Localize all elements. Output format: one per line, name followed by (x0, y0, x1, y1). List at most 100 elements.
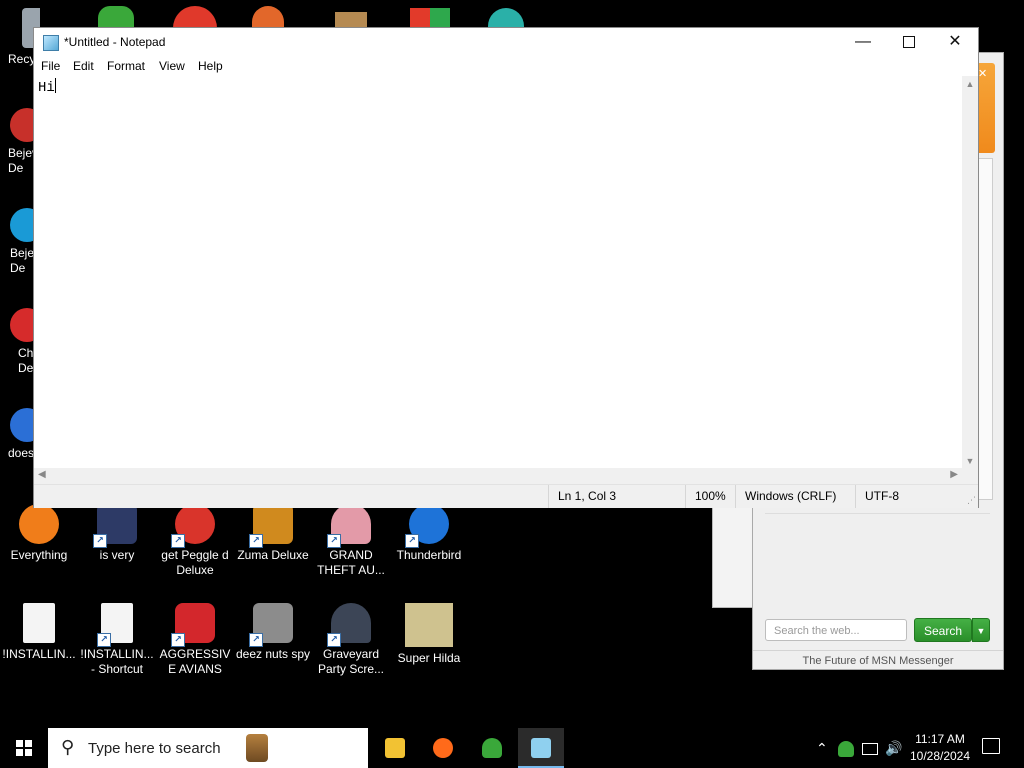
maximize-icon (903, 35, 915, 48)
desktop-icon-label: Recy (8, 52, 36, 66)
desktop-icon-peggle[interactable]: ↗ get Peggle d Deluxe (156, 504, 234, 578)
character-icon[interactable] (488, 8, 524, 28)
shield-logo-icon: ↗ (93, 504, 137, 548)
msn-scrollbar[interactable] (977, 158, 993, 500)
shortcut-arrow-icon: ↗ (405, 534, 419, 548)
shield-app-icon[interactable] (410, 8, 450, 28)
desktop-icon-thunderbird[interactable]: ↗ Thunderbird (390, 504, 468, 563)
text-caret (54, 78, 56, 93)
shortcut-arrow-icon: ↗ (327, 534, 341, 548)
desktop-icon-label: Zuma Deluxe (237, 548, 309, 562)
scroll-up-icon[interactable]: ▲ (962, 79, 978, 89)
vertical-scrollbar[interactable]: ▲ ▼ (962, 76, 978, 468)
desktop-icon-installing[interactable]: !INSTALLIN... (0, 603, 78, 662)
shortcut-arrow-icon: ↗ (97, 633, 111, 647)
scroll-left-icon[interactable]: ◀ (38, 469, 46, 480)
angry-bird-icon: ↗ (171, 603, 215, 647)
shortcut-arrow-icon: ↗ (171, 633, 185, 647)
desktop-icon-label: Everything (10, 548, 68, 562)
shortcut-arrow-icon: ↗ (249, 633, 263, 647)
status-encoding: UTF-8 (855, 485, 945, 508)
zuma-icon: ↗ (249, 504, 293, 548)
shortcut-arrow-icon: ↗ (249, 534, 263, 548)
scroll-down-icon[interactable]: ▼ (962, 456, 978, 466)
pixel-dog-icon (405, 603, 453, 647)
chevron-down-icon[interactable]: ▼ (972, 618, 990, 642)
search-icon: ⚲ (61, 737, 75, 757)
status-position: Ln 1, Col 3 (548, 485, 678, 508)
notepad-icon (43, 35, 59, 51)
windows-logo-icon (16, 740, 32, 756)
close-icon[interactable]: ✕ (978, 67, 987, 80)
desktop-icon-graveyard[interactable]: ↗ Graveyard Party Scre... (312, 603, 390, 677)
status-bar: Ln 1, Col 3 100% Windows (CRLF) UTF-8 ⋰ (34, 484, 978, 508)
graveyard-icon: ↗ (327, 603, 371, 647)
title-bar[interactable]: *Untitled - Notepad — ✕ (34, 28, 978, 58)
msn-search-button[interactable]: Search (914, 618, 972, 642)
chrome-icon[interactable] (173, 6, 217, 28)
search-highlight-icon (246, 734, 268, 762)
menu-view[interactable]: View (159, 59, 185, 73)
desktop-icon-is-very[interactable]: ↗ is very (78, 504, 156, 563)
scrollbar-corner (962, 468, 978, 484)
taskbar: ⚲ Type here to search ⌃ 🔊 11:17 AM 10/28… (0, 728, 1024, 768)
desktop-icon-everything[interactable]: Everything (0, 504, 78, 563)
notification-icon[interactable] (982, 738, 1000, 754)
desktop-icon-zuma[interactable]: ↗ Zuma Deluxe (234, 504, 312, 563)
taskbar-search-input[interactable]: ⚲ Type here to search (48, 728, 368, 768)
search-placeholder: Type here to search (88, 740, 221, 757)
notepad-window[interactable]: *Untitled - Notepad — ✕ File Edit Format… (34, 28, 978, 508)
close-button[interactable]: ✕ (932, 28, 978, 58)
taskbar-app-messenger[interactable] (469, 728, 515, 768)
menu-bar: File Edit Format View Help (34, 58, 978, 76)
horizontal-scrollbar[interactable]: ◀ ▶ (34, 468, 962, 484)
peggle-icon: ↗ (171, 504, 215, 548)
desktop-icon-label: AGGRESSIVE AVIANS (159, 647, 231, 676)
desktop-icon-installing-shortcut[interactable]: ↗ !INSTALLIN... - Shortcut (78, 603, 156, 677)
menu-help[interactable]: Help (198, 59, 223, 73)
taskbar-app-notepad[interactable] (518, 728, 564, 768)
shortcut-arrow-icon: ↗ (171, 534, 185, 548)
maximize-button[interactable] (886, 28, 932, 58)
firefox-icon (433, 738, 453, 758)
desktop-icon-label: GRAND THEFT AU... (317, 548, 385, 577)
clock-time: 11:17 AM (915, 732, 965, 746)
text-document-icon: ↗ (97, 603, 133, 647)
start-button[interactable] (0, 728, 48, 768)
volume-icon[interactable]: 🔊 (885, 728, 902, 768)
status-line-endings: Windows (CRLF) (735, 485, 845, 508)
messenger-tray-icon[interactable] (838, 728, 854, 768)
desktop-icon-super-hilda[interactable]: Super Hilda (390, 603, 468, 666)
chevron-up-icon[interactable]: ⌃ (816, 728, 828, 768)
minimize-button[interactable]: — (840, 28, 886, 58)
browser-icon[interactable] (252, 6, 284, 28)
desktop-icon-label: deez nuts spy (235, 647, 311, 661)
desktop-icon-label: !INSTALLIN... (2, 647, 76, 661)
menu-format[interactable]: Format (107, 59, 145, 73)
msn-tagline: The Future of MSN Messenger (753, 650, 1003, 671)
menu-file[interactable]: File (41, 59, 60, 73)
resize-grip-icon[interactable]: ⋰ (967, 495, 976, 506)
msn-search-input[interactable]: Search the web... (765, 619, 907, 641)
desktop-icon-label: Graveyard Party Scre... (317, 647, 385, 676)
menu-edit[interactable]: Edit (73, 59, 94, 73)
desktop-icon-aggressive-avians[interactable]: ↗ AGGRESSIVE AVIANS (156, 603, 234, 677)
taskbar-app-firefox[interactable] (420, 728, 466, 768)
desktop-icon-gta[interactable]: ↗ GRAND THEFT AU... (312, 504, 390, 578)
shortcut-arrow-icon: ↗ (327, 633, 341, 647)
taskbar-clock[interactable]: 11:17 AM 10/28/2024 (908, 731, 972, 765)
text-editor[interactable]: Hi (34, 76, 962, 468)
scroll-right-icon[interactable]: ▶ (950, 469, 958, 480)
messenger-icon (482, 738, 502, 758)
anime-character-icon: ↗ (327, 504, 371, 548)
network-icon[interactable] (862, 728, 878, 768)
everything-search-icon (19, 504, 59, 544)
window-title: *Untitled - Notepad (64, 35, 166, 49)
desktop-icon-label: !INSTALLIN... - Shortcut (80, 647, 154, 676)
messenger-icon[interactable] (98, 6, 134, 28)
shortcut-arrow-icon: ↗ (93, 534, 107, 548)
app-icon[interactable] (335, 12, 367, 28)
desktop-icon-deez-nuts-spy[interactable]: ↗ deez nuts spy (234, 603, 312, 662)
taskbar-app-file-explorer[interactable] (372, 728, 418, 768)
editor-text: Hi (38, 80, 55, 96)
